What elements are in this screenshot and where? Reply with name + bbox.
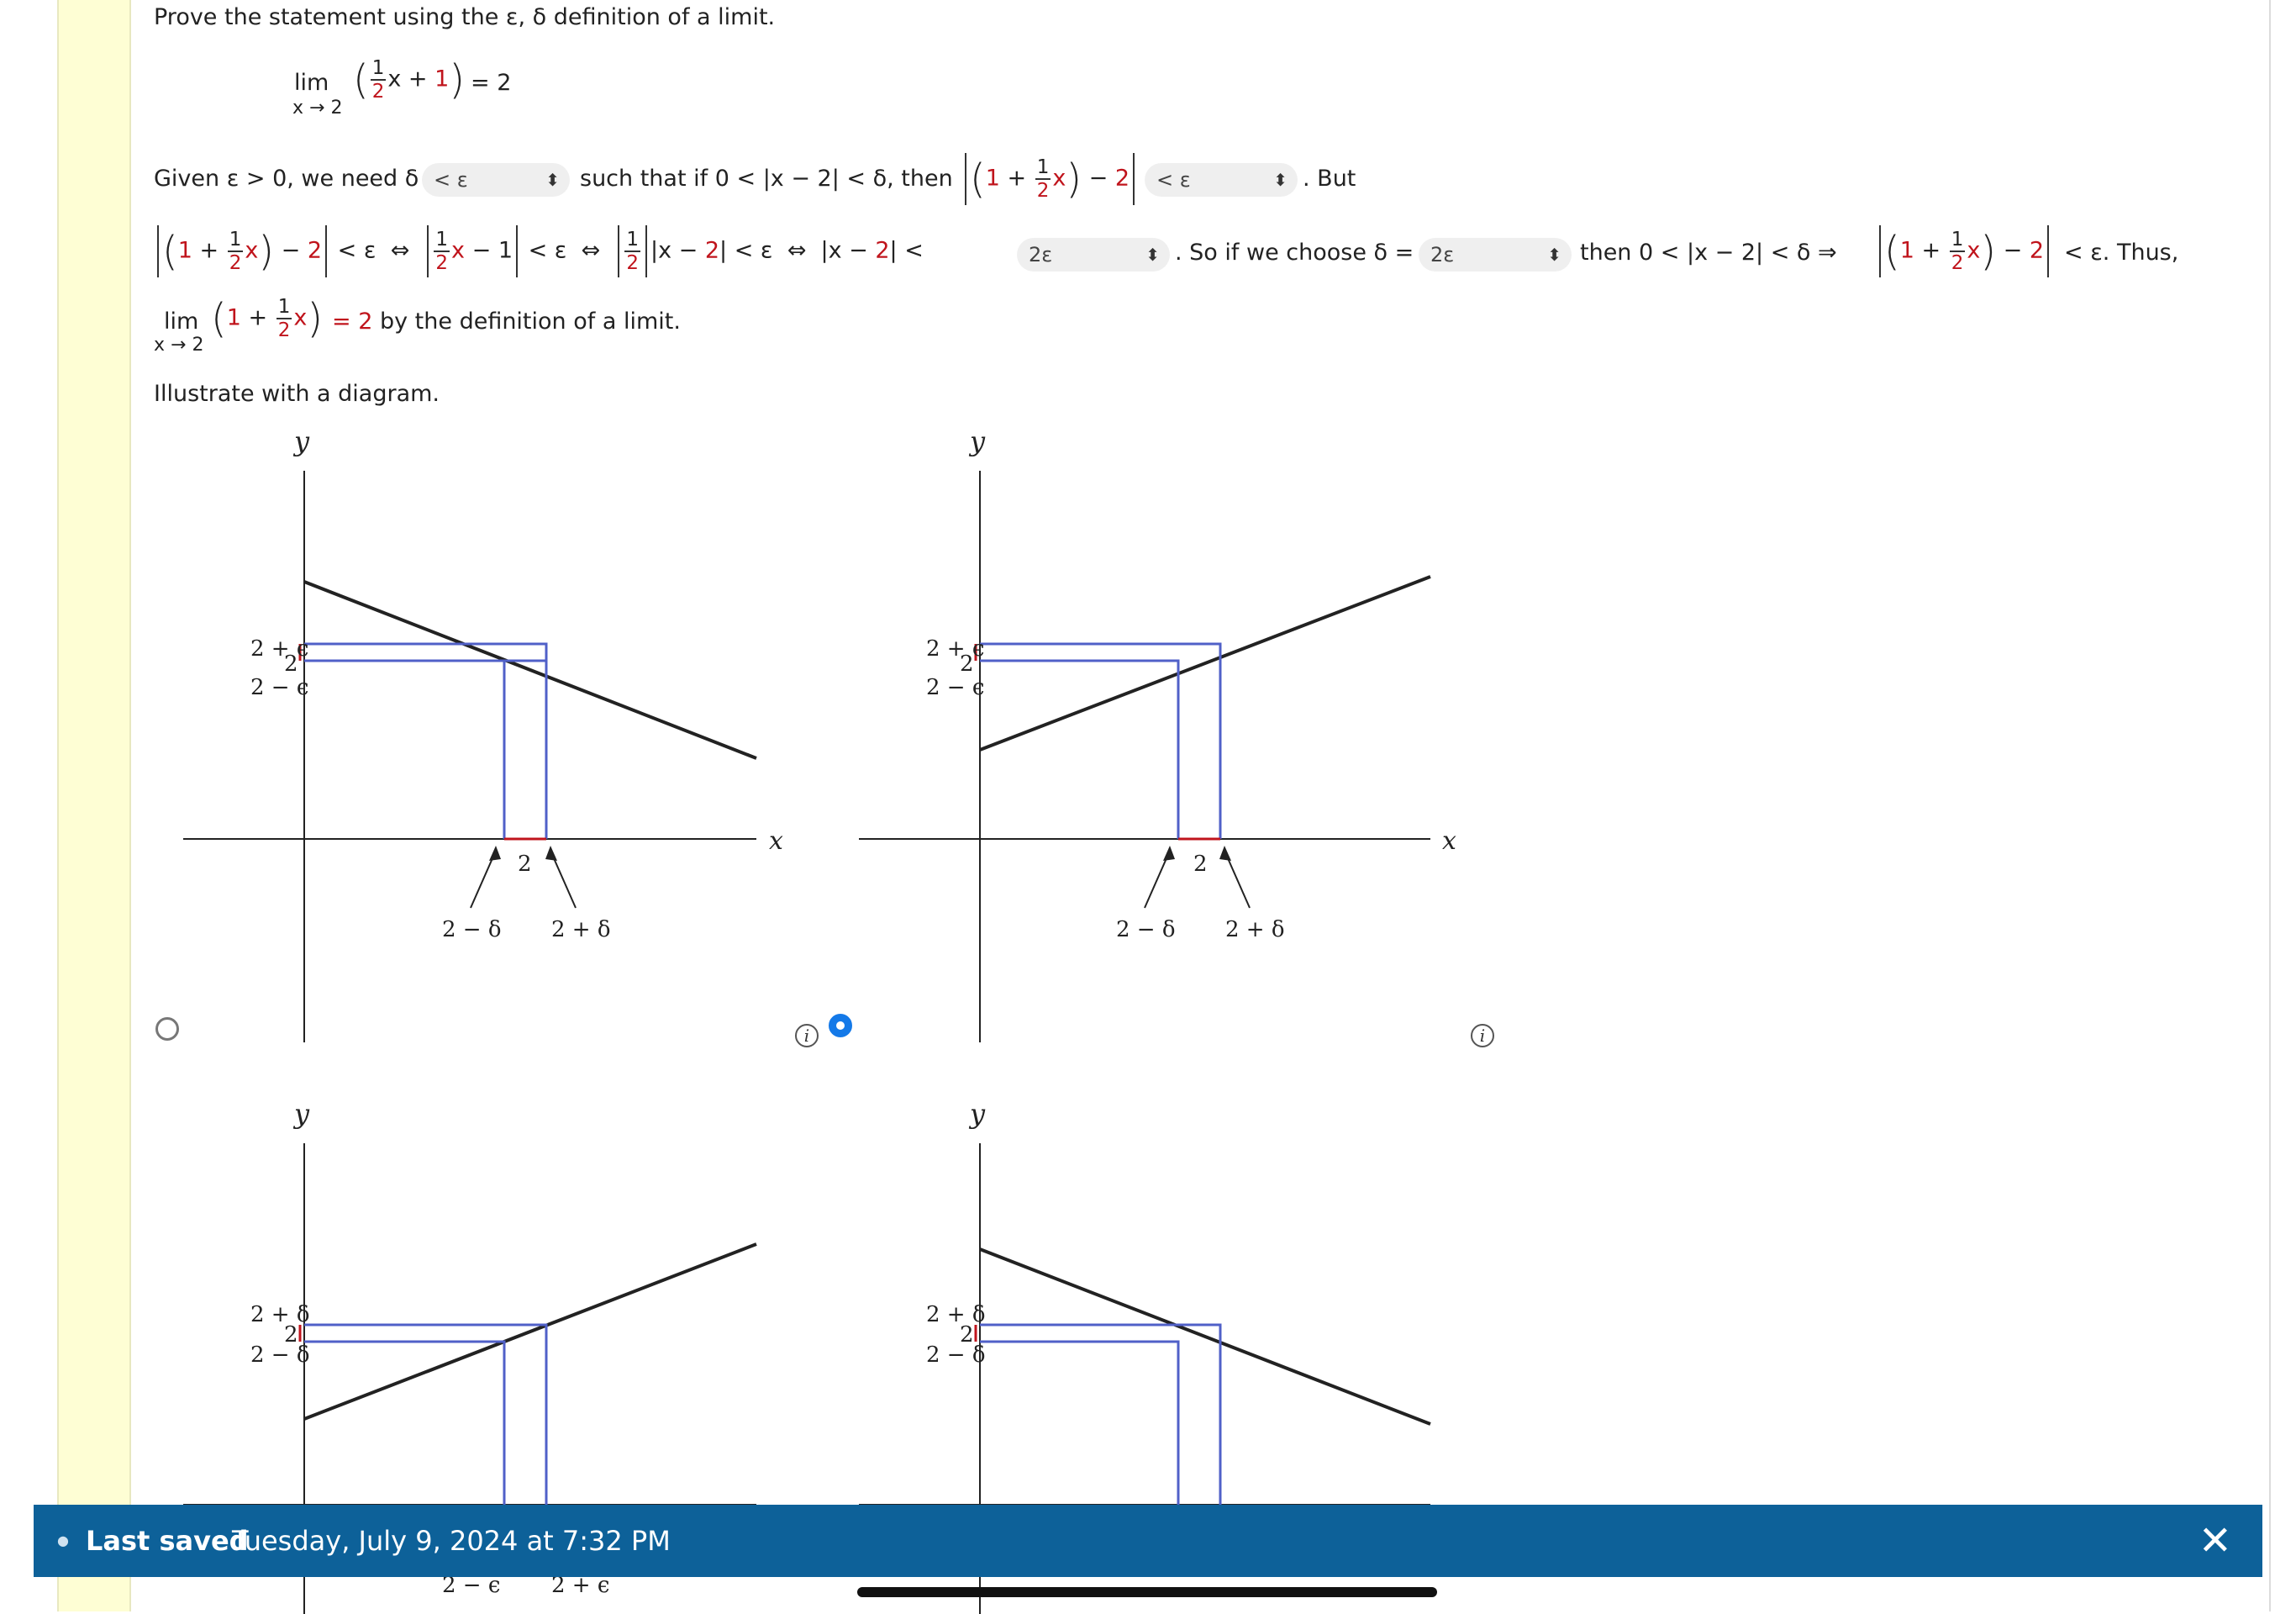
info-icon[interactable]: i bbox=[1471, 1024, 1494, 1047]
graph-option-b: y x 2 + ϵ 2 2 − ϵ 2 2 − δ 2 + δ bbox=[859, 425, 1456, 1042]
chevron-updown-icon: ⬍ bbox=[1273, 170, 1288, 190]
limit-equals: = 2 bbox=[471, 70, 512, 96]
label-2-plus-delta: 2 + δ bbox=[551, 917, 611, 942]
delta-bound-dropdown[interactable]: < ε ⬍ bbox=[422, 163, 570, 197]
lim-subscript: x → 2 bbox=[154, 335, 204, 356]
function-line bbox=[979, 1247, 1431, 1426]
conclusion-text: = 2 by the definition of a limit. bbox=[332, 309, 681, 335]
x-bound-dropdown[interactable]: 2ε ⬍ bbox=[1017, 238, 1170, 272]
svg-text:y: y bbox=[292, 1098, 310, 1130]
option-a-radio[interactable] bbox=[155, 1017, 179, 1041]
so-if-text: . So if we choose δ = bbox=[1175, 240, 1414, 266]
tick-2: 2 bbox=[284, 651, 298, 677]
svg-text:y: y bbox=[968, 425, 986, 457]
abs-expression-2: (1 + 1 2 x) − 2 bbox=[1876, 225, 2052, 277]
tick-2-minus: 2 − ϵ bbox=[250, 675, 308, 700]
diagram-prompt: Illustrate with a diagram. bbox=[154, 381, 440, 407]
save-status-bar: ● Last saved Tuesday, July 9, 2024 at 7:… bbox=[34, 1505, 2262, 1577]
svg-text:2 − δ: 2 − δ bbox=[926, 1342, 986, 1368]
graph-option-a: y x 2 + ϵ 2 2 − ϵ 2 2 − δ 2 + δ bbox=[183, 425, 783, 1042]
conclusion-expression: (1 + 1 2 x) bbox=[211, 295, 324, 342]
svg-text:2 + δ: 2 + δ bbox=[250, 1302, 310, 1327]
limit-expression: (1 2 x + 1) bbox=[353, 56, 466, 103]
such-that-text: such that if 0 < |x − 2| < δ, then bbox=[580, 166, 953, 192]
lim-word: lim bbox=[294, 70, 329, 96]
inequality-chain: (1 + 1 2 x) − 2 < ε ⇔ 12x − 1 < ε ⇔ 1 2 |x −… bbox=[154, 225, 924, 277]
info-icon[interactable]: i bbox=[795, 1024, 819, 1047]
close-icon[interactable]: ✕ bbox=[2199, 1505, 2232, 1577]
function-line bbox=[303, 1242, 757, 1421]
box-inner bbox=[304, 642, 548, 839]
svg-text:2 − δ: 2 − δ bbox=[1116, 917, 1176, 942]
status-dot-icon: ● bbox=[57, 1532, 69, 1548]
svg-text:2: 2 bbox=[960, 651, 974, 677]
svg-text:2: 2 bbox=[1193, 852, 1208, 877]
last-saved-time: Tuesday, July 9, 2024 at 7:32 PM bbox=[232, 1525, 671, 1557]
abs-expression-1: (1 + 1 2 x) − 2 bbox=[961, 153, 1138, 205]
x-axis-label: x bbox=[769, 826, 783, 856]
y-axis-label: y bbox=[292, 425, 310, 457]
svg-text:2 − ϵ: 2 − ϵ bbox=[926, 675, 984, 700]
chevron-updown-icon: ⬍ bbox=[1145, 245, 1160, 265]
question-prompt: Prove the statement using the ε, δ defin… bbox=[154, 4, 776, 30]
given-text: Given ε > 0, we need δ bbox=[154, 166, 419, 192]
function-line bbox=[303, 580, 757, 760]
tick-x-2: 2 bbox=[518, 852, 532, 877]
expression-bound-dropdown[interactable]: < ε ⬍ bbox=[1145, 163, 1298, 197]
function-line bbox=[979, 575, 1431, 752]
svg-text:2 + δ: 2 + δ bbox=[1225, 917, 1285, 942]
question-content: Prove the statement using the ε, δ defin… bbox=[0, 0, 2296, 1614]
box-left bbox=[304, 659, 506, 839]
svg-text:x: x bbox=[1442, 826, 1456, 856]
chevron-updown-icon: ⬍ bbox=[545, 170, 560, 190]
svg-text:y: y bbox=[968, 1098, 986, 1130]
thus-text: < ε. Thus, bbox=[2064, 240, 2179, 266]
box-lower bbox=[304, 659, 548, 839]
svg-text:2 + ϵ: 2 + ϵ bbox=[926, 636, 984, 662]
tick-2-plus: 2 + ϵ bbox=[250, 636, 308, 662]
home-indicator bbox=[857, 1587, 1437, 1597]
then-text: then 0 < |x − 2| < δ ⇒ bbox=[1580, 240, 1837, 266]
last-saved-label: Last saved bbox=[86, 1525, 249, 1557]
delta-choice-dropdown[interactable]: 2ε ⬍ bbox=[1419, 238, 1572, 272]
but-text: . But bbox=[1303, 166, 1356, 192]
label-2-minus-delta: 2 − δ bbox=[442, 917, 502, 942]
lim-subscript: x → 2 bbox=[292, 98, 343, 119]
svg-text:2 − δ: 2 − δ bbox=[250, 1342, 310, 1368]
chevron-updown-icon: ⬍ bbox=[1547, 245, 1561, 265]
svg-text:2 + δ: 2 + δ bbox=[926, 1302, 986, 1327]
